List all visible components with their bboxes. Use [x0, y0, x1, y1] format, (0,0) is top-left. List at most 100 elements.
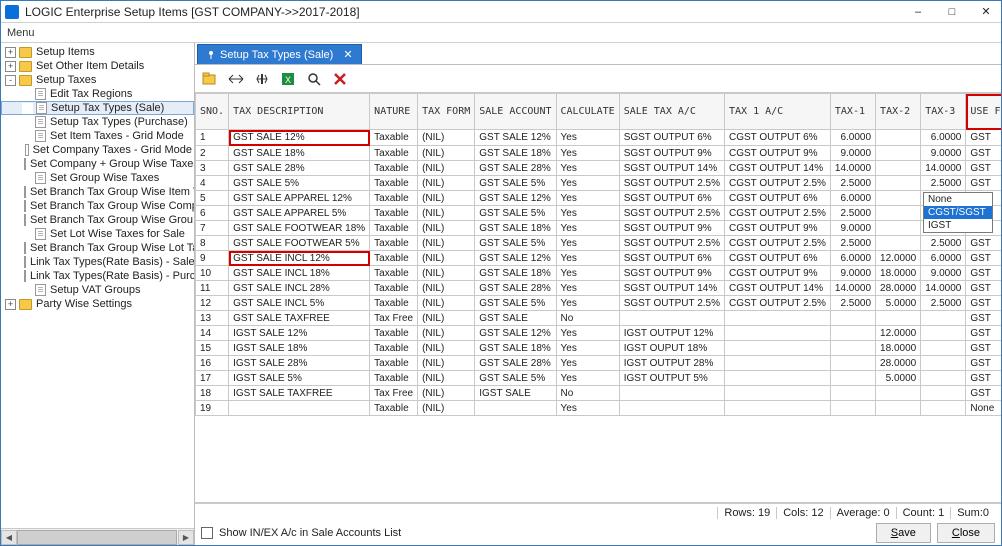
cell[interactable]: GST [966, 236, 1001, 251]
tree-toggle-icon[interactable]: + [5, 61, 16, 72]
table-row[interactable]: 18IGST SALE TAXFREETax Free(NIL)IGST SAL… [196, 386, 1002, 401]
cell[interactable]: None [966, 401, 1001, 416]
cell[interactable]: (NIL) [418, 130, 475, 146]
cell[interactable]: Taxable [370, 296, 418, 311]
cell[interactable]: 12.0000 [876, 251, 921, 266]
cell[interactable]: SGST OUTPUT 2.5% [619, 236, 724, 251]
cell[interactable] [725, 341, 831, 356]
cell[interactable]: (NIL) [418, 176, 475, 191]
cell[interactable]: Yes [556, 176, 619, 191]
cell[interactable]: GST SALE [475, 311, 556, 326]
cell[interactable]: IGST SALE 28% [229, 356, 370, 371]
cell[interactable]: Taxable [370, 341, 418, 356]
cell[interactable]: GST [966, 341, 1001, 356]
cell[interactable] [830, 311, 875, 326]
sidebar-item[interactable]: Setup Tax Types (Purchase) [1, 115, 194, 129]
cell[interactable]: GST SALE 18% [475, 221, 556, 236]
cell[interactable] [876, 401, 921, 416]
cell[interactable] [876, 386, 921, 401]
cell[interactable]: 5.0000 [876, 371, 921, 386]
cell[interactable]: CGST OUTPUT 14% [725, 281, 831, 296]
table-row[interactable]: 6GST SALE APPAREL 5%Taxable(NIL)GST SALE… [196, 206, 1002, 221]
column-header[interactable]: TAX-2 [876, 94, 921, 130]
cell[interactable]: CGST OUTPUT 9% [725, 266, 831, 281]
cell[interactable]: (NIL) [418, 341, 475, 356]
cell[interactable]: 18.0000 [876, 341, 921, 356]
cell[interactable]: 14.0000 [921, 161, 966, 176]
cell[interactable]: (NIL) [418, 251, 475, 266]
table-row[interactable]: 13GST SALE TAXFREETax Free(NIL)GST SALEN… [196, 311, 1002, 326]
cell[interactable]: GST [966, 130, 1001, 146]
table-row[interactable]: 3GST SALE 28%Taxable(NIL)GST SALE 28%Yes… [196, 161, 1002, 176]
cell[interactable]: Taxable [370, 281, 418, 296]
sidebar-scrollbar[interactable]: ◀ ▶ [1, 528, 194, 545]
fit-width-icon[interactable] [225, 68, 247, 90]
cell[interactable]: 5 [196, 191, 229, 206]
cell[interactable] [830, 341, 875, 356]
cell[interactable]: Yes [556, 146, 619, 161]
cell[interactable]: Taxable [370, 206, 418, 221]
table-row[interactable]: 15IGST SALE 18%Taxable(NIL)GST SALE 18%Y… [196, 341, 1002, 356]
table-row[interactable]: 5GST SALE APPAREL 12%Taxable(NIL)GST SAL… [196, 191, 1002, 206]
cell[interactable]: GST [966, 251, 1001, 266]
cell[interactable]: 14.0000 [830, 281, 875, 296]
cell[interactable]: GST SALE 12% [475, 326, 556, 341]
cell[interactable]: GST SALE FOOTWEAR 5% [229, 236, 370, 251]
cell[interactable]: IGST SALE TAXFREE [229, 386, 370, 401]
cell[interactable]: SGST OUTPUT 2.5% [619, 296, 724, 311]
delete-icon[interactable] [329, 68, 351, 90]
cell[interactable] [830, 371, 875, 386]
dropdown-option[interactable]: IGST [924, 219, 992, 232]
cell[interactable]: IGST OUTPUT 12% [619, 326, 724, 341]
cell[interactable]: Yes [556, 191, 619, 206]
cell[interactable]: GST SALE INCL 12% [229, 251, 370, 266]
cell[interactable] [876, 191, 921, 206]
cell[interactable] [921, 311, 966, 326]
tree-toggle-icon[interactable]: - [5, 75, 16, 86]
cell[interactable]: 19 [196, 401, 229, 416]
cell[interactable]: Tax Free [370, 311, 418, 326]
cell[interactable]: 3 [196, 161, 229, 176]
cell[interactable]: 2.5000 [830, 236, 875, 251]
cell[interactable]: 9.0000 [921, 146, 966, 161]
sidebar-item[interactable]: +Setup Items [1, 45, 194, 59]
open-icon[interactable] [199, 68, 221, 90]
column-header[interactable]: TAX-1 [830, 94, 875, 130]
cell[interactable] [921, 401, 966, 416]
sidebar-item[interactable]: Set Lot Wise Taxes for Sale [1, 227, 194, 241]
cell[interactable]: Taxable [370, 191, 418, 206]
fit-column-icon[interactable] [251, 68, 273, 90]
cell[interactable] [876, 206, 921, 221]
cell[interactable]: GST SALE 28% [475, 281, 556, 296]
maximize-button[interactable]: □ [941, 3, 963, 21]
table-row[interactable]: 7GST SALE FOOTWEAR 18%Taxable(NIL)GST SA… [196, 221, 1002, 236]
cell[interactable] [921, 326, 966, 341]
cell[interactable]: Taxable [370, 146, 418, 161]
cell[interactable]: SGST OUTPUT 2.5% [619, 206, 724, 221]
cell[interactable]: GST SALE 18% [475, 341, 556, 356]
cell[interactable]: 14.0000 [921, 281, 966, 296]
cell[interactable]: No [556, 311, 619, 326]
cell[interactable] [229, 401, 370, 416]
cell[interactable] [725, 326, 831, 341]
cell[interactable]: Yes [556, 356, 619, 371]
cell[interactable]: SGST OUTPUT 6% [619, 251, 724, 266]
cell[interactable]: GST SALE 28% [229, 161, 370, 176]
cell[interactable]: (NIL) [418, 221, 475, 236]
sidebar-item[interactable]: Set Item Taxes - Grid Mode [1, 129, 194, 143]
cell[interactable]: Yes [556, 371, 619, 386]
cell[interactable]: (NIL) [418, 206, 475, 221]
cell[interactable]: 5.0000 [876, 296, 921, 311]
cell[interactable]: IGST OUTPUT 5% [619, 371, 724, 386]
cell[interactable] [725, 371, 831, 386]
cell[interactable]: 16 [196, 356, 229, 371]
cell[interactable]: (NIL) [418, 281, 475, 296]
cell[interactable]: GST SALE 5% [475, 371, 556, 386]
cell[interactable]: GST [966, 161, 1001, 176]
cell[interactable]: 6.0000 [830, 130, 875, 146]
cell[interactable]: GST SALE APPAREL 5% [229, 206, 370, 221]
cell[interactable]: GST [966, 371, 1001, 386]
column-header[interactable]: TAX 1 A/C [725, 94, 831, 130]
cell[interactable] [876, 311, 921, 326]
cell[interactable]: GST SALE APPAREL 12% [229, 191, 370, 206]
